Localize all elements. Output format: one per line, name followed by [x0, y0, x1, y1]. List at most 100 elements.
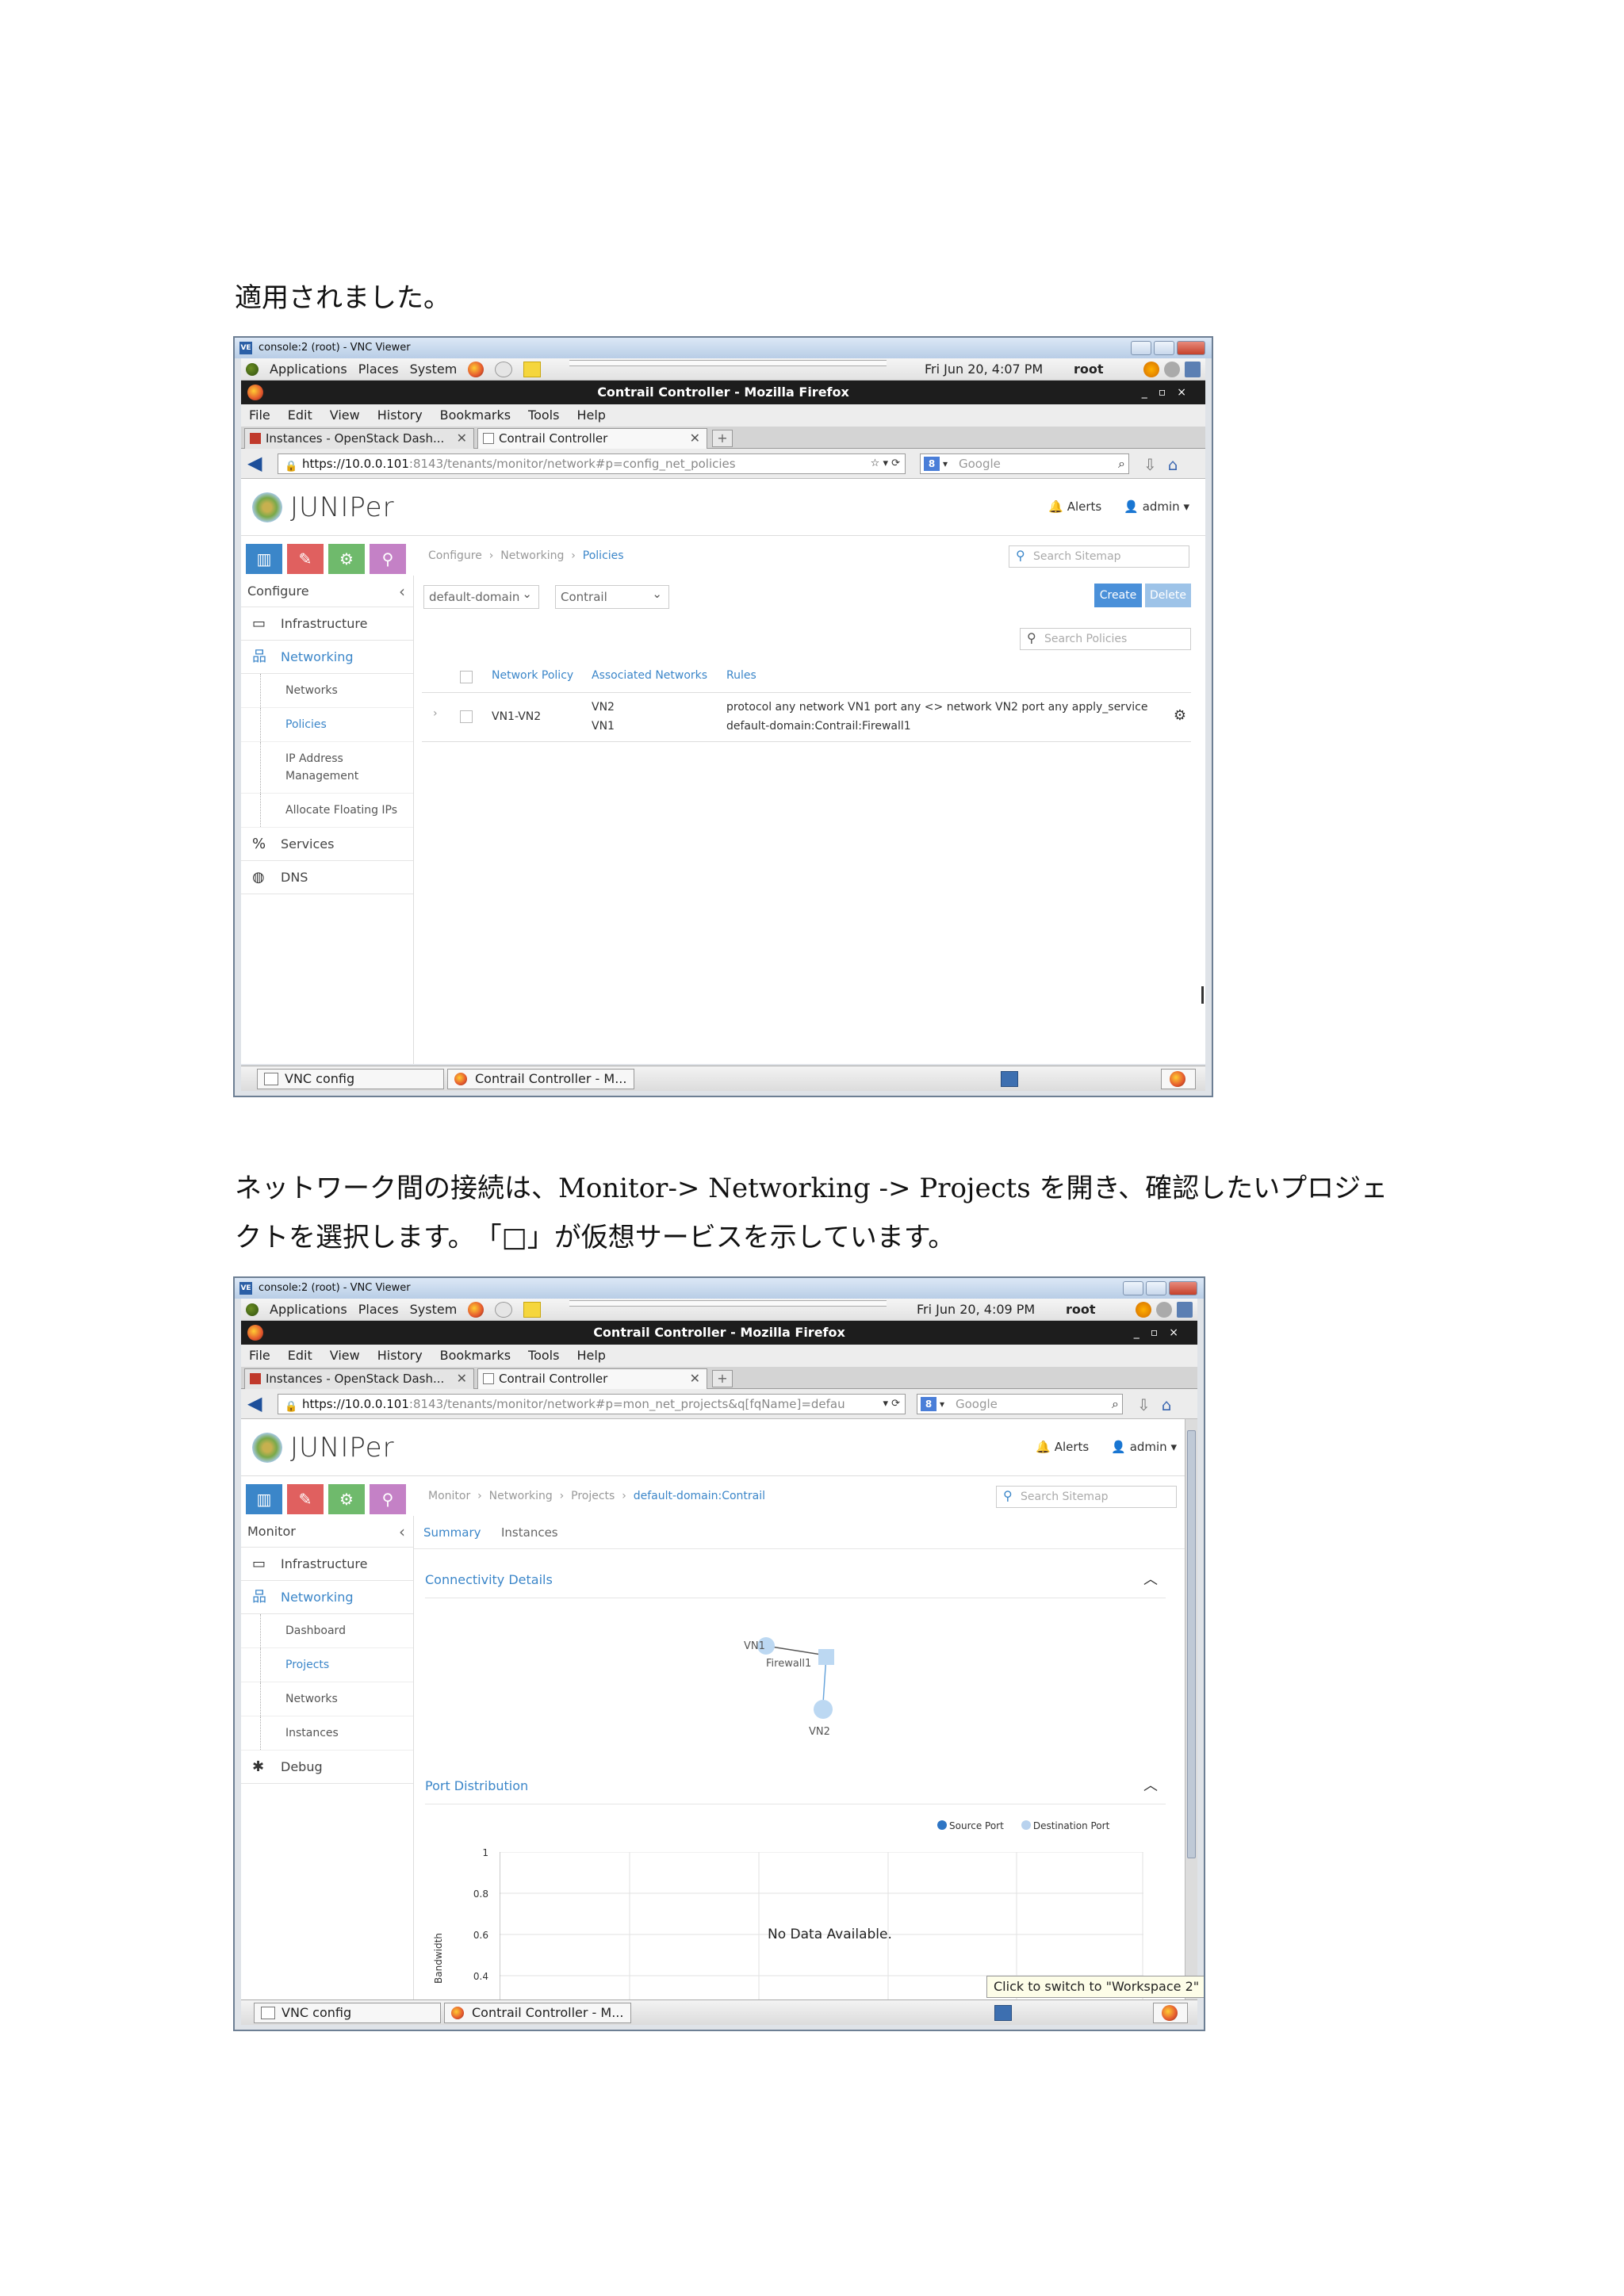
scrollbar-thumb[interactable]	[1187, 1430, 1196, 1858]
delete-button[interactable]: Delete	[1145, 584, 1191, 607]
sidebar-sub-networks[interactable]: Networks	[241, 1682, 413, 1716]
tab-openstack[interactable]: Instances - OpenStack Dash... ✕	[244, 1368, 474, 1389]
tab-instances[interactable]: Instances	[501, 1516, 558, 1549]
close-button[interactable]	[1169, 1281, 1197, 1295]
search-policies-input[interactable]: Search Policies	[1020, 628, 1191, 650]
window-controls-icon[interactable]: _▫×	[1142, 381, 1197, 404]
configure-wrench-icon[interactable]: ✎	[287, 1484, 324, 1514]
search-engine-dropdown-icon[interactable]: ▾	[943, 454, 948, 473]
menu-bookmarks[interactable]: Bookmarks	[440, 404, 511, 427]
create-button[interactable]: Create	[1094, 584, 1142, 607]
alerts-link[interactable]: 🔔 Alerts	[1048, 499, 1101, 514]
crumb-networking[interactable]: Networking	[489, 1490, 553, 1502]
search-engine-dropdown-icon[interactable]: ▾	[940, 1395, 944, 1414]
project-select[interactable]: Contrail	[555, 583, 669, 609]
firefox-launcher-icon[interactable]	[468, 362, 485, 377]
collapse-up-icon[interactable]: ︿	[1143, 1562, 1158, 1598]
new-tab-icon[interactable]: +	[712, 1370, 733, 1387]
url-dropdown-icon[interactable]: ▾ ⟳	[883, 1395, 900, 1414]
monitor-icon[interactable]: ▥	[246, 1484, 282, 1514]
sidebar-sub-projects[interactable]: Projects	[241, 1648, 413, 1682]
new-tab-icon[interactable]: +	[712, 430, 733, 447]
collapse-chevron-icon[interactable]: ‹	[399, 576, 405, 607]
taskbar-vnc-config[interactable]: VNC config	[254, 2003, 441, 2023]
collapse-chevron-icon[interactable]: ‹	[399, 1516, 405, 1548]
taskbar-contrail-controller[interactable]: Contrail Controller - M...	[447, 1069, 634, 1089]
sidebar-sub-floating-ips[interactable]: Allocate Floating IPs	[241, 794, 413, 828]
query-search-icon[interactable]: ⚲	[370, 1484, 406, 1514]
volume-icon[interactable]	[1164, 362, 1180, 377]
firefox-launcher-icon[interactable]	[468, 1302, 485, 1318]
mail-launcher-icon[interactable]	[495, 362, 513, 377]
close-button[interactable]	[1177, 341, 1205, 355]
sitemap-search-input[interactable]: Search Sitemap	[996, 1486, 1177, 1508]
tab-contrail[interactable]: Contrail Controller ✕	[477, 1368, 707, 1389]
tab-close-icon[interactable]: ✕	[690, 429, 700, 448]
query-search-icon[interactable]: ⚲	[370, 544, 406, 574]
sidebar-item-debug[interactable]: ✱ Debug	[241, 1751, 413, 1784]
crumb-networking[interactable]: Networking	[500, 549, 564, 562]
sidebar-item-networking[interactable]: 品 Networking	[241, 1581, 413, 1614]
menu-history[interactable]: History	[377, 404, 423, 427]
url-dropdown-icon[interactable]: ☆ ▾ ⟳	[871, 454, 900, 473]
menu-bookmarks[interactable]: Bookmarks	[440, 1345, 511, 1367]
back-arrow-icon[interactable]: ◀	[247, 453, 268, 473]
notes-launcher-icon[interactable]	[523, 1302, 542, 1318]
expand-arrow-icon[interactable]: ›	[433, 707, 438, 720]
page-scrollbar[interactable]	[1185, 1419, 1197, 2001]
sidebar-item-infrastructure[interactable]: ▭ Infrastructure	[241, 1548, 413, 1581]
node-vn2[interactable]	[814, 1700, 833, 1719]
scroll-indicator[interactable]	[1201, 986, 1204, 1004]
menu-help[interactable]: Help	[576, 1345, 605, 1367]
minimize-button[interactable]	[1123, 1281, 1143, 1295]
notes-launcher-icon[interactable]	[523, 362, 542, 377]
menu-file[interactable]: File	[249, 404, 270, 427]
node-firewall1[interactable]	[818, 1649, 834, 1665]
port-distribution-section-header[interactable]: Port Distribution ︿	[425, 1768, 1166, 1804]
connectivity-section-header[interactable]: Connectivity Details ︿	[425, 1562, 1166, 1598]
network-icon[interactable]	[1177, 1302, 1193, 1318]
tab-close-icon[interactable]: ✕	[690, 1369, 700, 1388]
binoculars-icon[interactable]: ⌕	[1112, 1395, 1119, 1414]
row-gear-icon[interactable]: ⚙	[1174, 707, 1186, 724]
menu-edit[interactable]: Edit	[288, 1345, 312, 1367]
menu-help[interactable]: Help	[576, 404, 605, 427]
user-menu[interactable]: 👤 admin ▾	[1111, 1440, 1177, 1454]
mail-launcher-icon[interactable]	[495, 1302, 513, 1318]
sidebar-sub-networks[interactable]: Networks	[241, 674, 413, 708]
settings-gear-icon[interactable]: ⚙	[328, 1484, 365, 1514]
legend-source-port[interactable]: Source Port	[937, 1820, 1004, 1831]
sidebar-item-dns[interactable]: ◍ DNS	[241, 861, 413, 894]
col-rules[interactable]: Rules	[726, 669, 756, 682]
system-menu[interactable]: System	[410, 1299, 458, 1321]
workspace-switcher-icon[interactable]	[994, 2005, 1012, 2021]
tab-close-icon[interactable]: ✕	[457, 1369, 467, 1388]
binoculars-icon[interactable]: ⌕	[1118, 454, 1125, 473]
applications-menu[interactable]: Applications	[270, 1299, 347, 1321]
col-network-policy[interactable]: Network Policy	[492, 669, 573, 682]
select-all-checkbox[interactable]	[460, 671, 473, 683]
col-associated-networks[interactable]: Associated Networks	[592, 669, 707, 682]
menu-view[interactable]: View	[330, 1345, 360, 1367]
legend-destination-port[interactable]: Destination Port	[1021, 1820, 1109, 1831]
back-arrow-icon[interactable]: ◀	[247, 1394, 268, 1413]
update-icon[interactable]	[1136, 1302, 1151, 1318]
search-box[interactable]: 8 ▾ Google ⌕	[920, 453, 1129, 474]
menu-file[interactable]: File	[249, 1345, 270, 1367]
tab-contrail[interactable]: Contrail Controller ✕	[477, 428, 707, 449]
places-menu[interactable]: Places	[358, 1299, 399, 1321]
panel-clock[interactable]: Fri Jun 20, 4:07 PM	[925, 358, 1043, 381]
maximize-button[interactable]	[1146, 1281, 1166, 1295]
home-icon[interactable]: ⌂	[1162, 1395, 1172, 1414]
menu-tools[interactable]: Tools	[528, 1345, 559, 1367]
taskbar-firefox[interactable]	[1161, 1069, 1196, 1089]
volume-icon[interactable]	[1156, 1302, 1172, 1318]
update-icon[interactable]	[1143, 362, 1159, 377]
sidebar-sub-ipam[interactable]: IP Address Management	[241, 742, 413, 794]
minimize-button[interactable]	[1131, 341, 1151, 355]
table-row[interactable]: › VN1-VN2 VN2 VN1 protocol any network V…	[422, 693, 1191, 742]
maximize-button[interactable]	[1154, 341, 1174, 355]
menu-tools[interactable]: Tools	[528, 404, 559, 427]
row-checkbox[interactable]	[460, 710, 473, 723]
menu-history[interactable]: History	[377, 1345, 423, 1367]
